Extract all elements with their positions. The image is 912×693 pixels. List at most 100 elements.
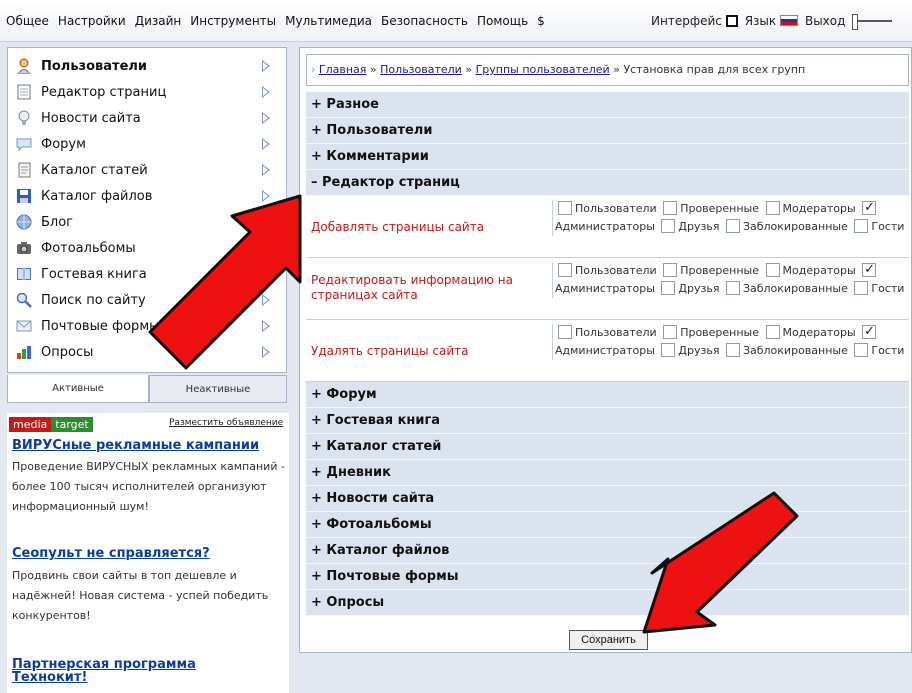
lightbulb-icon <box>18 110 30 125</box>
section-guestbook[interactable]: + Гостевая книга <box>306 408 909 434</box>
menu-dollar[interactable]: $ <box>537 14 545 28</box>
menu-help[interactable]: Помощь <box>477 14 528 28</box>
checkbox[interactable] <box>854 219 869 233</box>
sidebar-item-files[interactable]: Каталог файлов <box>8 183 286 209</box>
section-articles[interactable]: + Каталог статей <box>306 434 909 460</box>
sidebar-item-users[interactable]: Пользователи <box>8 53 286 79</box>
permission-label: Удалять страницы сайта <box>311 344 469 358</box>
breadcrumb-sep: » <box>613 63 620 76</box>
sidebar-item-photoalbums[interactable]: Фотоальбомы <box>8 235 286 261</box>
section-misc[interactable]: + Разное <box>306 92 909 118</box>
checkbox[interactable] <box>765 201 780 215</box>
logo-part-media: media <box>9 417 52 432</box>
ad-title-link[interactable]: Партнерская программа Технокит! <box>12 658 212 684</box>
group-label: Друзья <box>678 220 720 233</box>
chevron-right-icon <box>262 320 270 332</box>
section-files[interactable]: + Каталог файлов <box>306 538 909 564</box>
ad-title-link[interactable]: Сеопульт не справляется? <box>12 546 210 561</box>
sidebar: Пользователи Редактор страниц Новости са… <box>7 47 287 373</box>
checkbox[interactable] <box>765 325 780 339</box>
checkbox[interactable] <box>558 325 572 339</box>
checkbox[interactable] <box>663 263 678 277</box>
sidebar-item-blog[interactable]: Блог <box>8 209 286 235</box>
group-label: Гости <box>871 282 905 295</box>
section-label: + Комментарии <box>311 149 429 164</box>
section-polls[interactable]: + Опросы <box>306 590 909 616</box>
section-comments[interactable]: + Комментарии <box>306 144 909 170</box>
ad-title-link[interactable]: ВИРУСные рекламные кампании <box>12 438 259 453</box>
sidebar-item-polls[interactable]: Опросы <box>8 339 286 365</box>
ad-text: Продвинь свои сайты в топ дешевле и надё… <box>12 569 269 622</box>
section-label: + Пользователи <box>311 123 433 138</box>
logout-link[interactable]: Выход <box>805 14 845 28</box>
checkbox[interactable] <box>663 325 678 339</box>
sidebar-item-news[interactable]: Новости сайта <box>8 105 286 131</box>
section-users[interactable]: + Пользователи <box>306 118 909 144</box>
section-mail-forms[interactable]: + Почтовые формы <box>306 564 909 590</box>
checkbox[interactable] <box>862 323 877 341</box>
checkbox[interactable] <box>558 201 572 215</box>
sidebar-item-search[interactable]: Поиск по сайту <box>8 287 286 313</box>
breadcrumb-home[interactable]: Главная <box>319 63 367 76</box>
group-checkboxes: Пользователи Проверенные Модераторы Адми… <box>552 261 907 298</box>
checkbox[interactable] <box>725 343 740 357</box>
section-news[interactable]: + Новости сайта <box>306 486 909 512</box>
breadcrumb-users[interactable]: Пользователи <box>380 63 462 76</box>
checkbox[interactable] <box>661 219 676 233</box>
checkbox[interactable] <box>862 261 877 279</box>
sidebar-item-guestbook[interactable]: Гостевая книга <box>8 261 286 287</box>
checkbox[interactable] <box>854 281 869 295</box>
checkbox[interactable] <box>663 201 678 215</box>
interface-checkbox-icon <box>725 15 738 27</box>
language-label: Язык <box>744 14 777 28</box>
tab-inactive[interactable]: Неактивные <box>149 375 287 403</box>
section-label: + Почтовые формы <box>311 569 459 584</box>
chevron-right-icon <box>262 268 270 280</box>
checkbox[interactable] <box>725 281 740 295</box>
language-selector[interactable]: Язык <box>745 14 798 28</box>
menu-tools[interactable]: Инструменты <box>190 14 276 28</box>
chevron-right-icon <box>262 164 270 176</box>
place-ad-link[interactable]: Разместить объявление <box>169 418 283 428</box>
breadcrumb-groups[interactable]: Группы пользователей <box>476 63 610 76</box>
group-label: Проверенные <box>680 326 760 339</box>
checkbox[interactable] <box>854 343 869 357</box>
logo-part-target: target <box>51 417 93 432</box>
group-label: Пользователи <box>575 326 657 339</box>
checkbox[interactable] <box>661 281 676 295</box>
sidebar-item-mail-forms[interactable]: Почтовые формы <box>8 313 286 339</box>
section-page-editor[interactable]: – Редактор страниц <box>306 170 909 196</box>
section-label: + Форум <box>311 387 377 402</box>
chevron-right-icon <box>262 112 270 124</box>
magnifier-icon <box>16 292 32 308</box>
menu-security[interactable]: Безопасность <box>381 14 468 28</box>
sidebar-item-forum[interactable]: Форум <box>8 131 286 157</box>
section-diary[interactable]: + Дневник <box>306 460 909 486</box>
section-photoalbums[interactable]: + Фотоальбомы <box>306 512 909 538</box>
tab-active[interactable]: Активные <box>7 375 149 403</box>
save-button[interactable]: Сохранить <box>569 630 648 650</box>
group-label: Заблокированные <box>742 282 848 295</box>
checkbox[interactable] <box>725 219 740 233</box>
group-label: Модераторы <box>782 202 856 215</box>
section-forum[interactable]: + Форум <box>306 382 909 408</box>
sidebar-item-articles[interactable]: Каталог статей <box>8 157 286 183</box>
checkbox[interactable] <box>862 199 877 217</box>
menu-multimedia[interactable]: Мультимедиа <box>285 14 372 28</box>
main-menu: Общее Настройки Дизайн Инструменты Мульт… <box>6 14 545 28</box>
checkbox[interactable] <box>661 343 676 357</box>
slider-icon[interactable] <box>852 14 893 30</box>
chevron-right-icon <box>262 346 270 358</box>
sidebar-item-label: Гостевая книга <box>41 266 147 282</box>
checkbox[interactable] <box>765 263 780 277</box>
menu-design[interactable]: Дизайн <box>135 14 182 28</box>
menu-settings[interactable]: Настройки <box>58 14 126 28</box>
group-label: Пользователи <box>575 202 657 215</box>
floppy-disk-icon <box>17 189 31 203</box>
checkbox[interactable] <box>558 263 572 277</box>
interface-toggle[interactable]: Интерфейс <box>651 14 738 28</box>
sidebar-item-page-editor[interactable]: Редактор страниц <box>8 79 286 105</box>
bar-chart-icon <box>17 346 31 359</box>
mediatarget-logo[interactable]: media target <box>9 417 93 432</box>
menu-general[interactable]: Общее <box>6 14 49 28</box>
